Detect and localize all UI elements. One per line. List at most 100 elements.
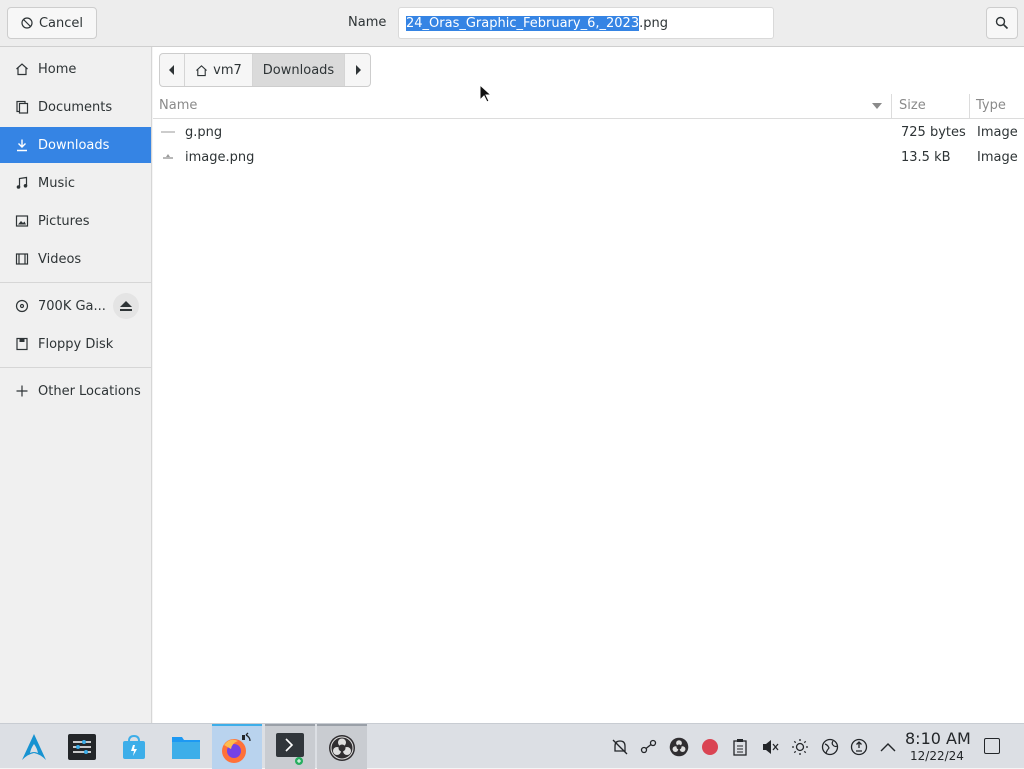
column-type-header[interactable]: Type: [976, 98, 1006, 113]
image-file-icon: [161, 131, 175, 133]
updates-tray[interactable]: [848, 736, 870, 758]
brightness-tray[interactable]: [789, 736, 811, 758]
firefox-icon: [222, 732, 251, 763]
taskbar-app-files[interactable]: [161, 724, 211, 769]
network-tray[interactable]: [819, 736, 841, 758]
filename-extension: .png: [639, 15, 668, 31]
path-forward-button[interactable]: [345, 54, 370, 86]
places-sidebar: Home Documents Downloads Music Pictures …: [0, 47, 152, 723]
sidebar-item-label: Floppy Disk: [38, 336, 114, 352]
sidebar-item-downloads[interactable]: Downloads: [0, 127, 151, 163]
column-name-header[interactable]: Name: [159, 98, 197, 113]
update-icon: [850, 738, 868, 756]
clipboard-tray[interactable]: [729, 736, 751, 758]
sidebar-item-label: Home: [38, 61, 77, 77]
record-icon: [702, 739, 718, 755]
cancel-label: Cancel: [38, 15, 84, 31]
sidebar-separator: [0, 282, 151, 283]
chevron-right-icon: [355, 65, 361, 75]
show-desktop-button[interactable]: [984, 738, 1000, 754]
sidebar-item-videos[interactable]: Videos: [0, 241, 151, 277]
tray-expander[interactable]: [877, 736, 899, 758]
column-divider[interactable]: [969, 94, 970, 118]
eject-button[interactable]: [113, 293, 139, 319]
clock-date[interactable]: 12/22/24: [910, 749, 964, 763]
file-name: g.png: [185, 125, 223, 140]
sidebar-separator: [0, 367, 151, 368]
column-header: Name Size Type: [153, 94, 1024, 119]
sidebar-item-label: Videos: [38, 251, 82, 267]
file-size: 725 bytes: [901, 125, 966, 140]
volume-muted-icon: [763, 740, 779, 754]
search-icon: [995, 16, 1009, 30]
file-type: Image: [977, 150, 1018, 165]
downloads-icon: [17, 139, 27, 152]
brightness-icon: [792, 739, 808, 755]
sidebar-item-label: 700K Ga...: [38, 298, 106, 314]
sidebar-item-home[interactable]: Home: [0, 51, 151, 87]
path-back-button[interactable]: [160, 54, 185, 86]
notifications-tray[interactable]: [609, 736, 631, 758]
column-divider[interactable]: [891, 94, 892, 118]
dialog-header: Cancel Name 24_Oras_Graphic_February_6,_…: [0, 0, 1024, 47]
column-size-header[interactable]: Size: [899, 98, 926, 113]
chevron-left-icon: [169, 65, 174, 75]
system-settings-icon: [68, 733, 96, 760]
obs-studio-icon: [669, 737, 689, 757]
sidebar-item-label: Pictures: [38, 213, 90, 229]
app-launcher-button[interactable]: [9, 724, 59, 769]
filename-input[interactable]: 24_Oras_Graphic_February_6,_2023 .png: [398, 7, 774, 39]
network-globe-icon: [821, 738, 839, 756]
optical-disc-icon: [15, 299, 29, 313]
chevron-up-icon: [880, 743, 896, 752]
sidebar-item-documents[interactable]: Documents: [0, 89, 151, 125]
sidebar-item-label: Other Locations: [38, 383, 141, 399]
obs-tray[interactable]: [668, 736, 690, 758]
eject-icon: [120, 301, 132, 311]
discover-store-icon: [123, 734, 145, 759]
clipboard-icon: [733, 739, 747, 756]
file-type: Image: [977, 125, 1018, 140]
sidebar-item-floppy-disk[interactable]: Floppy Disk: [0, 326, 151, 362]
documents-icon: [16, 100, 29, 114]
path-bar: vm7 Downloads: [159, 53, 371, 87]
cancel-button[interactable]: Cancel: [7, 7, 97, 39]
home-icon: [16, 63, 28, 76]
sidebar-item-pictures[interactable]: Pictures: [0, 203, 151, 239]
taskbar-app-terminal[interactable]: [265, 724, 315, 769]
taskbar-app-settings[interactable]: [57, 724, 107, 769]
path-downloads-button[interactable]: Downloads: [253, 54, 345, 86]
folder-icon: [172, 736, 200, 759]
cancel-icon: [21, 17, 33, 29]
notifications-disabled-icon: [612, 739, 628, 755]
plus-icon: [16, 385, 28, 397]
taskbar-app-discover[interactable]: [109, 724, 159, 769]
file-row[interactable]: image.png 13.5 kB Image: [153, 145, 1024, 170]
network-share-icon: [640, 739, 657, 754]
sidebar-item-label: Music: [38, 175, 75, 191]
name-label: Name: [348, 15, 387, 30]
volume-tray[interactable]: [759, 736, 781, 758]
clock-time[interactable]: 8:10 AM: [905, 729, 971, 748]
path-home-button[interactable]: vm7: [185, 54, 253, 86]
filename-selected-text: 24_Oras_Graphic_February_6,_2023: [406, 15, 640, 31]
file-name: image.png: [185, 150, 255, 165]
recording-tray[interactable]: [699, 736, 721, 758]
floppy-disk-icon: [16, 337, 28, 351]
mouse-cursor-icon: [479, 84, 493, 103]
kdeconnect-tray[interactable]: [638, 736, 660, 758]
videos-icon: [15, 253, 29, 265]
music-icon: [16, 176, 28, 189]
taskbar: 8:10 AM 12/22/24: [0, 723, 1024, 769]
path-current-label: Downloads: [262, 62, 335, 78]
home-icon: [196, 64, 208, 76]
sidebar-item-music[interactable]: Music: [0, 165, 151, 201]
sidebar-item-other-locations[interactable]: Other Locations: [0, 373, 151, 409]
path-home-label: vm7: [213, 62, 242, 78]
taskbar-app-obs[interactable]: [317, 724, 367, 769]
file-row[interactable]: g.png 725 bytes Image: [153, 120, 1024, 145]
search-button[interactable]: [986, 7, 1018, 39]
image-file-icon: [163, 154, 173, 159]
taskbar-app-firefox[interactable]: [212, 724, 262, 769]
terminal-icon: [276, 732, 304, 765]
